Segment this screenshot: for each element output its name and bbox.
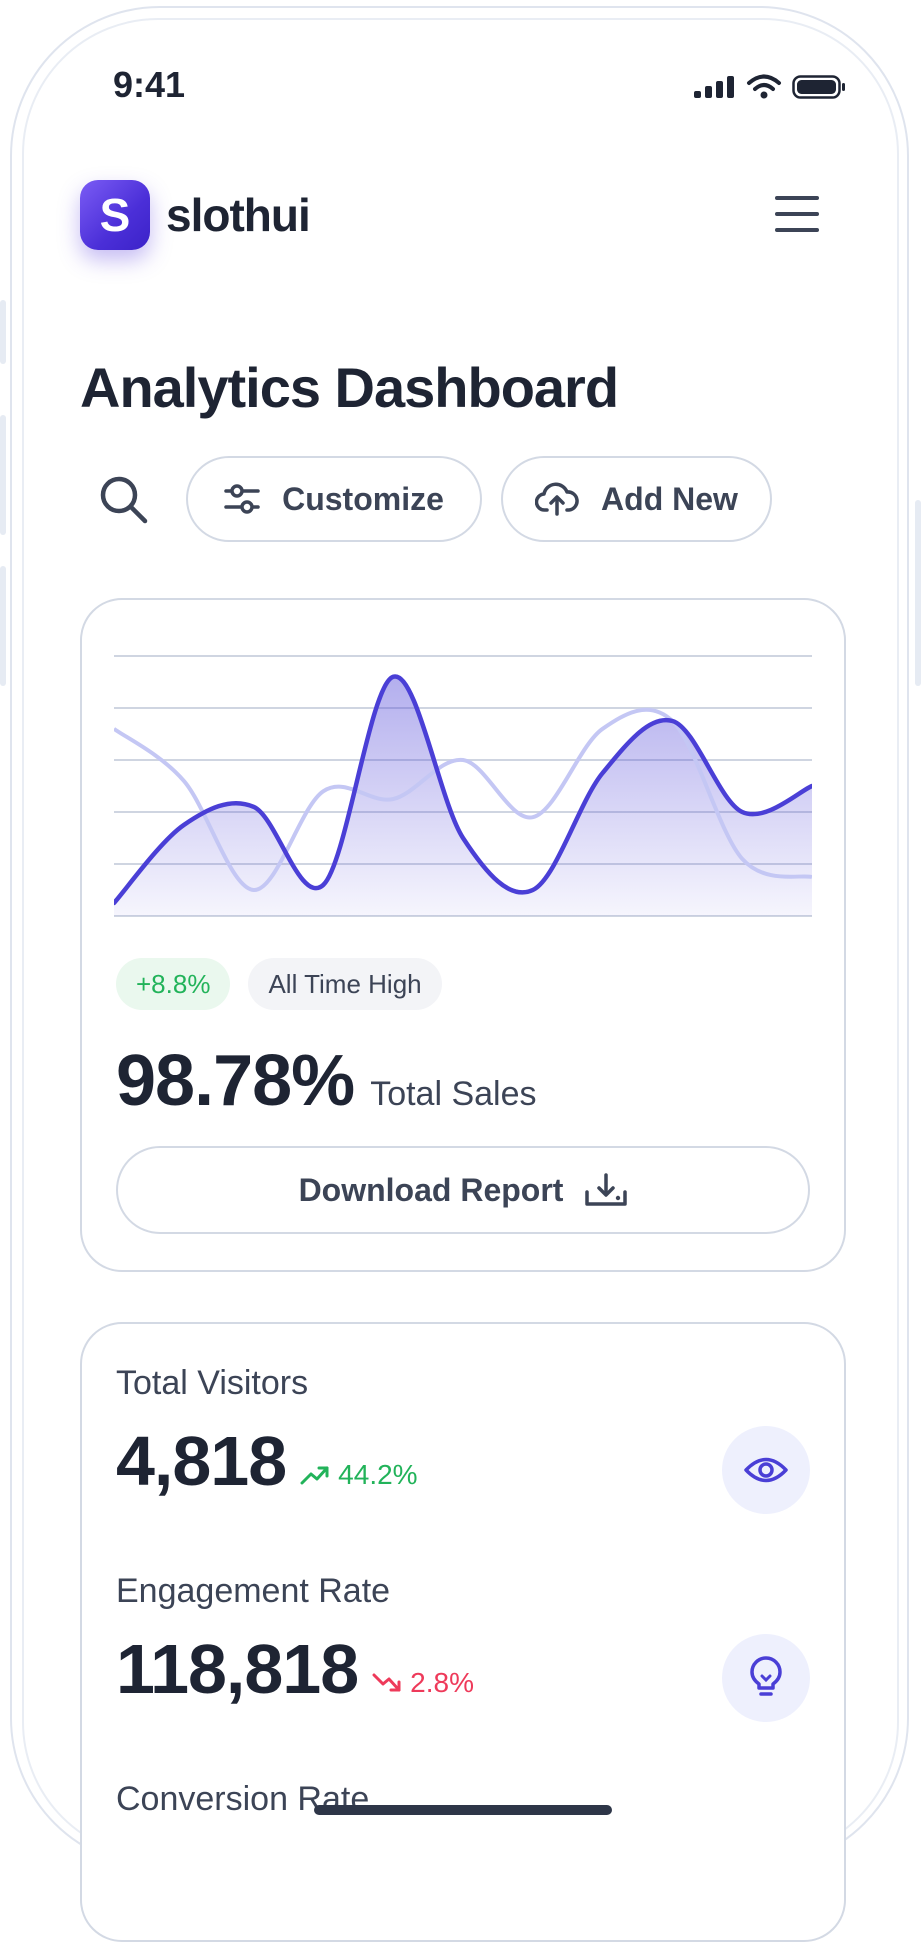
metric-change: 2.8%: [372, 1667, 474, 1699]
metrics-card: Total Visitors 4,818 44.2% Engagement Ra…: [80, 1322, 846, 1942]
metric-label: Total Visitors: [116, 1364, 309, 1402]
trend-down-icon: [372, 1673, 401, 1692]
home-indicator: [314, 1805, 612, 1815]
change-badge: +8.8%: [116, 958, 231, 1010]
page-title: Analytics Dashboard: [80, 356, 619, 419]
download-report-label: Download Report: [298, 1171, 564, 1208]
sales-badges: +8.8% All Time High: [116, 958, 442, 1010]
brand-logo[interactable]: S slothui: [80, 180, 311, 250]
download-report-button[interactable]: Download Report: [116, 1146, 810, 1234]
sliders-icon: [224, 484, 260, 514]
signal-icon: [694, 76, 734, 98]
add-new-label: Add New: [601, 480, 738, 517]
metric-total-visitors: Total Visitors 4,818 44.2%: [116, 1364, 810, 1514]
add-new-button[interactable]: Add New: [501, 456, 772, 542]
side-button-volume-up: [0, 415, 6, 535]
download-icon: [585, 1173, 628, 1206]
metric-label: Engagement Rate: [116, 1572, 391, 1610]
metric-value: 118,818: [116, 1630, 359, 1708]
sales-card: +8.8% All Time High 98.78% Total Sales D…: [80, 598, 846, 1272]
metric-change-value: 2.8%: [410, 1667, 474, 1698]
lightbulb-icon[interactable]: [722, 1634, 810, 1722]
side-button-volume-down: [0, 566, 6, 686]
metric-change-value: 44.2%: [338, 1459, 418, 1490]
metric-change: 44.2%: [300, 1459, 418, 1491]
eye-icon[interactable]: [722, 1426, 810, 1514]
chart-area-fill: [114, 676, 812, 916]
customize-button[interactable]: Customize: [186, 456, 482, 542]
metric-engagement-rate: Engagement Rate 118,818 2.8%: [116, 1572, 810, 1722]
sales-chart: [114, 655, 812, 917]
status-badge: All Time High: [248, 958, 442, 1010]
sales-value-label: Total Sales: [370, 1075, 537, 1113]
customize-label: Customize: [282, 480, 444, 517]
wifi-icon: [747, 74, 781, 99]
side-button-mute: [0, 300, 6, 364]
hamburger-menu-icon[interactable]: [775, 196, 819, 232]
status-icons: [694, 74, 846, 100]
side-button-power: [915, 500, 921, 686]
status-time: 9:41: [113, 64, 186, 105]
search-icon[interactable]: [98, 474, 150, 526]
logo-icon: S: [80, 180, 150, 250]
trend-up-icon: [300, 1466, 329, 1485]
battery-icon: [792, 75, 845, 99]
brand-name: slothui: [166, 189, 311, 241]
sales-value: 98.78%: [116, 1041, 355, 1121]
sales-stat: 98.78% Total Sales: [116, 1040, 537, 1122]
cloud-upload-icon: [535, 482, 579, 516]
metric-value: 4,818: [116, 1422, 287, 1500]
